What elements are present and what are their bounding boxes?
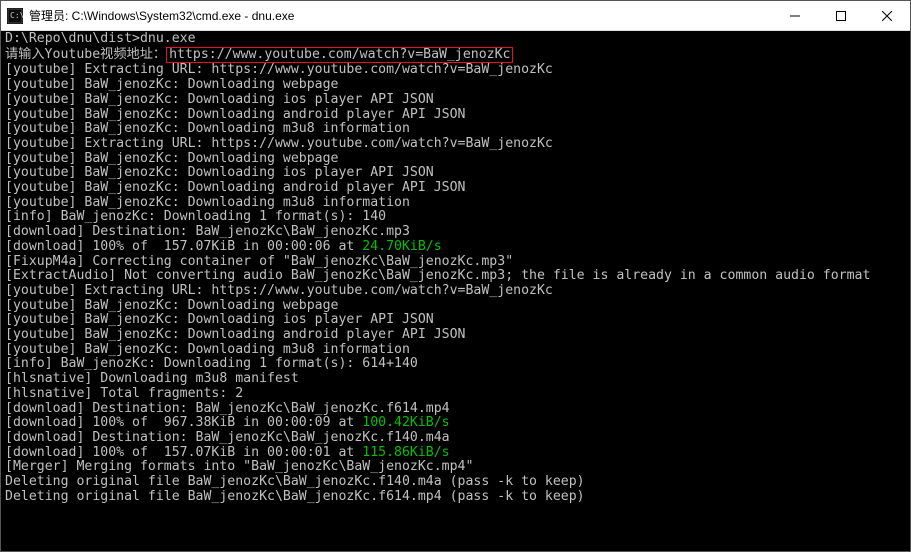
download-speed: 115.86KiB/s: [362, 445, 449, 460]
log-line: [youtube] BaW_jenozKc: Downloading ios p…: [5, 93, 910, 108]
log-line: Deleting original file BaW_jenozKc\BaW_j…: [5, 490, 910, 505]
log-line: [hlsnative] Downloading m3u8 manifest: [5, 372, 910, 387]
log-line: [youtube] BaW_jenozKc: Downloading andro…: [5, 181, 910, 196]
terminal-output[interactable]: D:\Repo\dnu\dist>dnu.exe 请输入Youtube视频地址：…: [1, 31, 910, 551]
log-line: [youtube] BaW_jenozKc: Downloading webpa…: [5, 78, 910, 93]
input-url: https://www.youtube.com/watch?v=BaW_jeno…: [169, 47, 510, 62]
log-line: [youtube] Extracting URL: https://www.yo…: [5, 284, 910, 299]
log-line: [download] Destination: BaW_jenozKc\BaW_…: [5, 402, 910, 417]
download-speed: 100.42KiB/s: [362, 415, 449, 430]
log-line: [youtube] BaW_jenozKc: Downloading m3u8 …: [5, 122, 910, 137]
log-line: [youtube] BaW_jenozKc: Downloading andro…: [5, 108, 910, 123]
svg-text:C:\: C:\: [10, 11, 23, 20]
download-speed: 24.70KiB/s: [362, 239, 441, 254]
log-line: [youtube] BaW_jenozKc: Downloading m3u8 …: [5, 343, 910, 358]
download-progress: [download] 100% of 967.38KiB in 00:00:09…: [5, 415, 362, 430]
log-line: [FixupM4a] Correcting container of "BaW_…: [5, 255, 910, 270]
log-line: [youtube] BaW_jenozKc: Downloading webpa…: [5, 299, 910, 314]
log-line: [info] BaW_jenozKc: Downloading 1 format…: [5, 357, 910, 372]
input-url-box: https://www.youtube.com/watch?v=BaW_jeno…: [166, 47, 513, 64]
maximize-button[interactable]: [818, 1, 864, 30]
log-line: [youtube] BaW_jenozKc: Downloading webpa…: [5, 152, 910, 167]
log-line: [Merger] Merging formats into "BaW_jenoz…: [5, 460, 910, 475]
minimize-button[interactable]: [772, 1, 818, 30]
log-line: [download] 100% of 157.07KiB in 00:00:01…: [5, 446, 910, 461]
log-line: [youtube] BaW_jenozKc: Downloading ios p…: [5, 166, 910, 181]
window-title: 管理员: C:\Windows\System32\cmd.exe - dnu.e…: [29, 7, 772, 24]
cmd-window: C:\ 管理员: C:\Windows\System32\cmd.exe - d…: [0, 0, 911, 552]
log-line: [download] Destination: BaW_jenozKc\BaW_…: [5, 225, 910, 240]
input-line: 请输入Youtube视频地址：https://www.youtube.com/w…: [5, 47, 910, 64]
input-prefix: 请输入Youtube视频地址：: [5, 47, 166, 62]
log-line: [hlsnative] Total fragments: 2: [5, 387, 910, 402]
titlebar-controls: [772, 1, 910, 30]
log-line: [youtube] BaW_jenozKc: Downloading andro…: [5, 328, 910, 343]
download-progress: [download] 100% of 157.07KiB in 00:00:01…: [5, 445, 362, 460]
log-line: [ExtractAudio] Not converting audio BaW_…: [5, 269, 910, 284]
titlebar[interactable]: C:\ 管理员: C:\Windows\System32\cmd.exe - d…: [1, 1, 910, 31]
close-button[interactable]: [864, 1, 910, 30]
log-line: [download] 100% of 157.07KiB in 00:00:06…: [5, 240, 910, 255]
cmd-icon: C:\: [7, 8, 23, 24]
log-line: [youtube] BaW_jenozKc: Downloading ios p…: [5, 313, 910, 328]
log-line: [youtube] BaW_jenozKc: Downloading m3u8 …: [5, 196, 910, 211]
download-progress: [download] 100% of 157.07KiB in 00:00:06…: [5, 239, 362, 254]
log-line: [info] BaW_jenozKc: Downloading 1 format…: [5, 210, 910, 225]
log-line: [download] 100% of 967.38KiB in 00:00:09…: [5, 416, 910, 431]
prompt-line: D:\Repo\dnu\dist>dnu.exe: [5, 32, 910, 47]
log-line: Deleting original file BaW_jenozKc\BaW_j…: [5, 475, 910, 490]
log-line: [download] Destination: BaW_jenozKc\BaW_…: [5, 431, 910, 446]
log-line: [youtube] Extracting URL: https://www.yo…: [5, 63, 910, 78]
log-line: [youtube] Extracting URL: https://www.yo…: [5, 137, 910, 152]
